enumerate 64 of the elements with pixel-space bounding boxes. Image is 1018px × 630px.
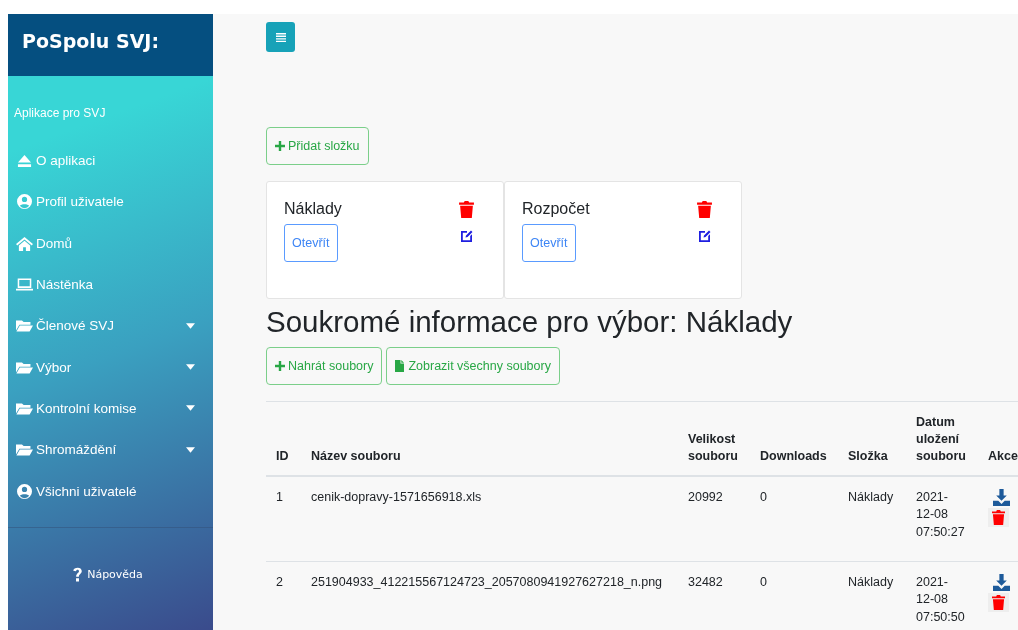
home-icon	[16, 235, 33, 251]
menu-icon	[275, 32, 286, 42]
eject-icon	[16, 153, 33, 169]
plus-icon	[275, 361, 285, 371]
table-cell: Náklady	[838, 475, 906, 562]
question-icon	[72, 565, 84, 583]
trash-icon	[992, 509, 1005, 525]
download-icon[interactable]	[993, 488, 1010, 506]
page-heading: Soukromé informace pro výbor: Náklady	[266, 305, 794, 339]
folder-icon	[16, 318, 33, 334]
table-cell: 251904933_412215567124723_2057080941927627218_n.png	[301, 561, 678, 630]
column-header: Název souboru	[301, 401, 678, 476]
table-cell: 32482	[678, 561, 750, 630]
table-cell: Náklady	[838, 561, 906, 630]
nav-item[interactable]: Kontrolní komise	[8, 387, 213, 430]
table-cell: 0	[750, 561, 838, 630]
column-header: Downloads	[750, 401, 838, 476]
nav-item[interactable]: Členové SVJ	[8, 305, 213, 347]
upload-button[interactable]: Nahrát soubory	[266, 347, 383, 385]
app-subtitle: Aplikace pro SVJ	[13, 105, 107, 122]
brand-title: PoSpolu SVJ:	[8, 14, 213, 76]
edit-icon[interactable]	[460, 229, 474, 243]
table-cell: 2021- 12-08 07:50:50	[906, 561, 978, 630]
open-button[interactable]: Otevřít	[284, 224, 338, 262]
file-icon	[395, 360, 405, 372]
delete-button[interactable]	[988, 592, 1009, 612]
trash-icon	[992, 594, 1005, 610]
delete-button[interactable]	[988, 507, 1009, 527]
folder-name: Rozpočet	[522, 200, 590, 218]
user-icon	[16, 194, 33, 210]
folder-icon	[16, 442, 33, 458]
table-cell: 20992	[678, 475, 750, 562]
column-header: Složka	[838, 401, 906, 476]
table-cell: 2021- 12-08 07:50:27	[906, 475, 978, 562]
menu-button[interactable]	[266, 22, 295, 52]
table-cell: cenik-dopravy-1571656918.xls	[301, 475, 678, 562]
nav-item[interactable]: Výbor	[8, 346, 213, 388]
folder-name: Náklady	[284, 200, 342, 218]
nav-item[interactable]: Shromáždění	[8, 429, 213, 471]
column-header: Velikost souboru	[678, 401, 750, 476]
column-header: Datum uložení souboru	[906, 401, 978, 476]
nav-item[interactable]: Nástěnka	[8, 263, 213, 306]
table-cell: 1	[266, 475, 301, 562]
download-icon[interactable]	[993, 573, 1010, 591]
user-icon	[16, 483, 33, 499]
nav-item[interactable]: O aplikaci	[8, 140, 213, 182]
column-header: Akce	[978, 401, 1018, 476]
nav-item[interactable]: Profil uživatele	[8, 181, 213, 223]
nav-item[interactable]: Všichni uživatelé	[8, 470, 213, 512]
trash-icon[interactable]	[697, 200, 712, 218]
column-header: ID	[266, 401, 301, 476]
help-link[interactable]: Nápověda	[72, 565, 143, 583]
edit-icon[interactable]	[698, 229, 712, 243]
laptop-icon	[16, 277, 33, 293]
trash-icon[interactable]	[459, 200, 474, 218]
folder-icon	[16, 400, 33, 416]
table-cell: 0	[750, 475, 838, 562]
show-all-button[interactable]: Zobrazit všechny soubory	[386, 347, 560, 385]
plus-icon	[275, 141, 285, 151]
folder-icon	[16, 359, 33, 375]
table-cell: 2	[266, 561, 301, 630]
open-button[interactable]: Otevřít	[522, 224, 576, 262]
add-folder-button[interactable]: Přidat složku	[266, 127, 369, 165]
nav-item[interactable]: Domů	[8, 222, 213, 264]
